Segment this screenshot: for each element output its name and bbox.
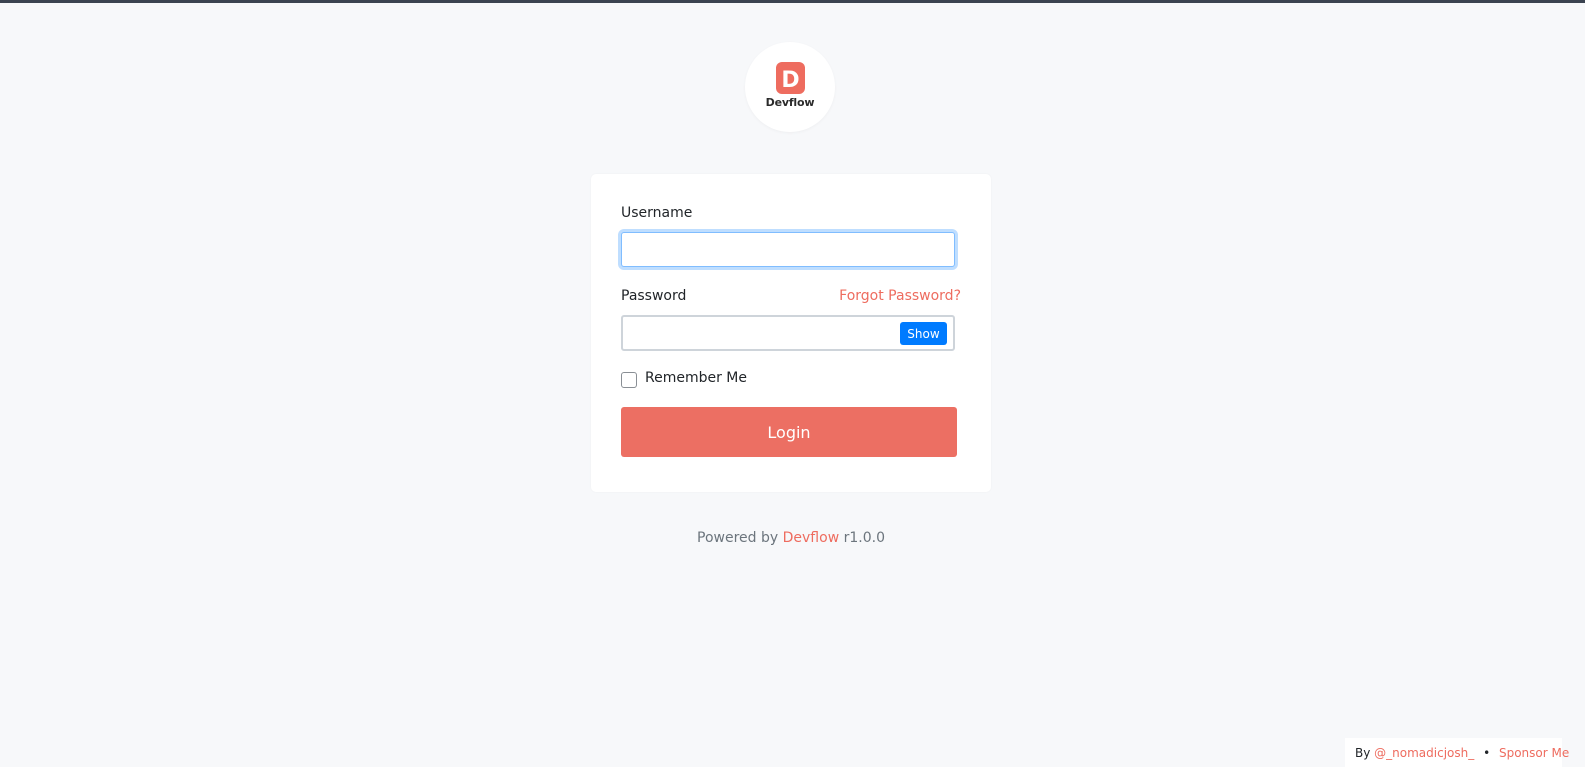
powered-by-footer: Powered by Devflow r1.0.0 — [591, 530, 991, 546]
version-text: r1.0.0 — [843, 530, 885, 546]
sponsor-link[interactable]: Sponsor Me — [1499, 746, 1569, 760]
credit-separator: • — [1483, 746, 1491, 760]
top-border — [0, 0, 1585, 3]
scrollbar[interactable] — [1570, 3, 1585, 767]
login-card: Username Password Forgot Password? Show … — [591, 174, 991, 492]
devflow-link[interactable]: Devflow — [783, 530, 840, 546]
remember-me-label[interactable]: Remember Me — [645, 370, 747, 386]
forgot-password-link[interactable]: Forgot Password? — [839, 288, 961, 304]
credit-bar: By @_nomadicjosh_ • Sponsor Me — [1345, 738, 1569, 767]
show-password-button[interactable]: Show — [900, 322, 947, 345]
logo-wordmark: Devflow — [765, 96, 815, 109]
login-button[interactable]: Login — [621, 407, 957, 457]
password-field: Show — [621, 315, 955, 351]
login-page: D Devflow Username Password Forgot Passw… — [0, 0, 1585, 767]
powered-by-text: Powered by — [697, 530, 779, 546]
username-input[interactable] — [621, 232, 955, 267]
svg-text:D: D — [781, 68, 799, 93]
credit-by-text: By — [1355, 746, 1371, 760]
devflow-logo-icon: D — [776, 62, 805, 94]
username-label: Username — [621, 205, 693, 221]
remember-me-checkbox[interactable] — [621, 372, 637, 388]
password-label: Password — [621, 288, 687, 304]
author-link[interactable]: @_nomadicjosh_ — [1374, 746, 1474, 760]
password-input[interactable] — [623, 317, 913, 349]
devflow-logo: D Devflow — [745, 42, 835, 132]
